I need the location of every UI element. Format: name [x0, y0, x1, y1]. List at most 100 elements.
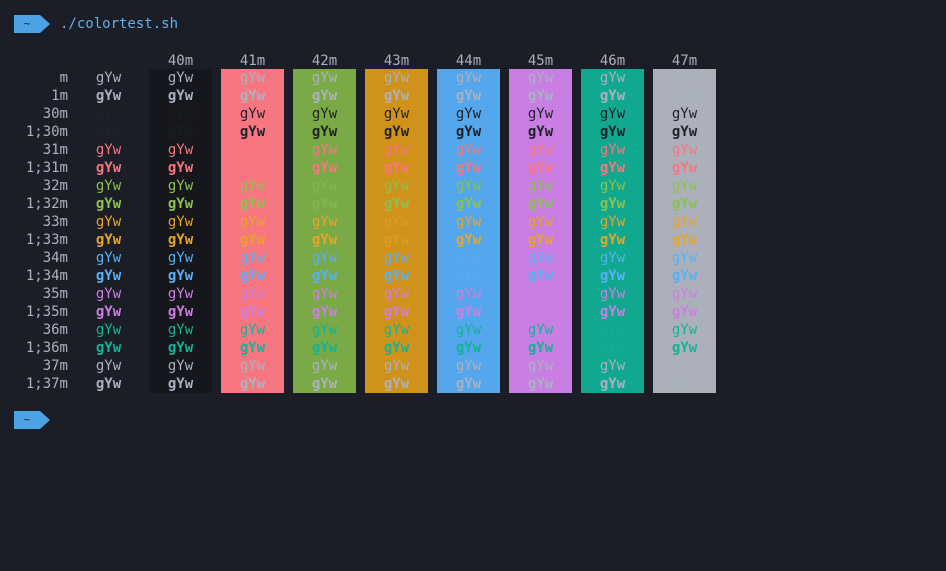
color-sample-cell: gYw — [671, 232, 698, 248]
color-sample-cell: gYw — [455, 250, 482, 266]
row-label: 1m — [51, 88, 68, 104]
color-sample-cell: gYw — [311, 196, 338, 212]
color-sample-cell: gYw — [527, 340, 554, 356]
color-sample-cell: gYw — [671, 304, 698, 320]
column-header: 46m — [599, 53, 626, 69]
color-sample-cell: gYw — [383, 88, 410, 104]
color-sample-cell: gYw — [95, 304, 122, 320]
color-sample-cell: gYw — [95, 268, 122, 284]
color-sample-cell: gYw — [671, 322, 698, 338]
bg-column-44 — [437, 69, 500, 393]
color-sample-cell: gYw — [599, 214, 626, 230]
color-sample-cell: gYw — [383, 304, 410, 320]
row-label: 36m — [42, 322, 68, 338]
color-sample-cell: gYw — [599, 304, 626, 320]
color-sample-cell: gYw — [239, 106, 266, 122]
color-sample-cell: gYw — [383, 160, 410, 176]
color-sample-cell: gYw — [455, 322, 482, 338]
color-sample-cell: gYw — [527, 250, 554, 266]
color-sample-cell: gYw — [239, 232, 266, 248]
bg-column-42 — [293, 69, 356, 393]
color-sample-cell: gYw — [455, 178, 482, 194]
color-sample-cell: gYw — [455, 232, 482, 248]
color-sample-cell: gYw — [239, 322, 266, 338]
color-sample-cell: gYw — [671, 196, 698, 212]
color-sample-cell: gYw — [671, 286, 698, 302]
color-sample-cell: gYw — [671, 358, 698, 374]
color-sample-cell: gYw — [167, 376, 194, 392]
color-sample-cell: gYw — [167, 304, 194, 320]
color-sample-cell: gYw — [383, 322, 410, 338]
color-sample-cell: gYw — [95, 340, 122, 356]
color-sample-cell: gYw — [95, 214, 122, 230]
color-sample-cell: gYw — [671, 376, 698, 392]
color-sample-cell: gYw — [95, 178, 122, 194]
color-sample-cell: gYw — [383, 124, 410, 140]
color-sample-cell: gYw — [167, 70, 194, 86]
color-sample-cell: gYw — [311, 142, 338, 158]
color-sample-cell: gYw — [239, 70, 266, 86]
color-sample-cell: gYw — [239, 124, 266, 140]
row-label: 1;35m — [25, 304, 68, 320]
color-sample-cell: gYw — [311, 286, 338, 302]
color-sample-cell: gYw — [311, 250, 338, 266]
prompt-line-current[interactable]: ~ — [14, 411, 50, 429]
color-sample-cell: gYw — [671, 142, 698, 158]
color-sample-cell: gYw — [671, 214, 698, 230]
column-header: 44m — [455, 53, 482, 69]
color-sample-cell: gYw — [671, 88, 698, 104]
bg-column-40 — [149, 69, 212, 393]
row-label: m — [59, 70, 68, 86]
color-sample-cell: gYw — [95, 106, 122, 122]
color-sample-cell: gYw — [239, 88, 266, 104]
color-sample-cell: gYw — [527, 196, 554, 212]
color-sample-cell: gYw — [311, 268, 338, 284]
color-sample-cell: gYw — [599, 232, 626, 248]
color-sample-cell: gYw — [527, 232, 554, 248]
color-sample-cell: gYw — [383, 376, 410, 392]
color-sample-cell: gYw — [527, 268, 554, 284]
color-sample-cell: gYw — [599, 322, 626, 338]
row-label: 1;32m — [25, 196, 68, 212]
color-sample-cell: gYw — [239, 358, 266, 374]
color-sample-cell: gYw — [311, 88, 338, 104]
color-sample-cell: gYw — [599, 250, 626, 266]
color-sample-cell: gYw — [311, 178, 338, 194]
column-header: 43m — [383, 53, 410, 69]
color-sample-cell: gYw — [455, 268, 482, 284]
color-sample-cell: gYw — [455, 142, 482, 158]
color-sample-cell: gYw — [455, 88, 482, 104]
color-sample-cell: gYw — [599, 106, 626, 122]
prompt-directory-badge: ~ — [14, 411, 50, 429]
color-sample-cell: gYw — [239, 268, 266, 284]
color-sample-cell: gYw — [383, 268, 410, 284]
column-header: 41m — [239, 53, 266, 69]
color-sample-cell: gYw — [95, 160, 122, 176]
color-sample-cell: gYw — [383, 142, 410, 158]
color-sample-cell: gYw — [455, 286, 482, 302]
color-sample-cell: gYw — [455, 70, 482, 86]
color-sample-cell: gYw — [239, 250, 266, 266]
color-sample-cell: gYw — [239, 196, 266, 212]
color-sample-cell: gYw — [599, 268, 626, 284]
color-sample-cell: gYw — [167, 322, 194, 338]
color-sample-cell: gYw — [167, 124, 194, 140]
color-sample-cell: gYw — [527, 304, 554, 320]
color-sample-cell: gYw — [671, 160, 698, 176]
color-sample-cell: gYw — [599, 70, 626, 86]
color-sample-cell: gYw — [455, 304, 482, 320]
color-sample-cell: gYw — [455, 160, 482, 176]
color-sample-cell: gYw — [311, 358, 338, 374]
row-label: 1;30m — [25, 124, 68, 140]
color-sample-cell: gYw — [311, 70, 338, 86]
row-label: 1;33m — [25, 232, 68, 248]
color-sample-cell: gYw — [239, 214, 266, 230]
color-sample-cell: gYw — [599, 358, 626, 374]
color-sample-cell: gYw — [527, 70, 554, 86]
color-sample-cell: gYw — [527, 142, 554, 158]
bg-column-45 — [509, 69, 572, 393]
color-sample-cell: gYw — [599, 376, 626, 392]
color-sample-cell: gYw — [527, 286, 554, 302]
row-label: 35m — [42, 286, 68, 302]
color-sample-cell: gYw — [311, 322, 338, 338]
